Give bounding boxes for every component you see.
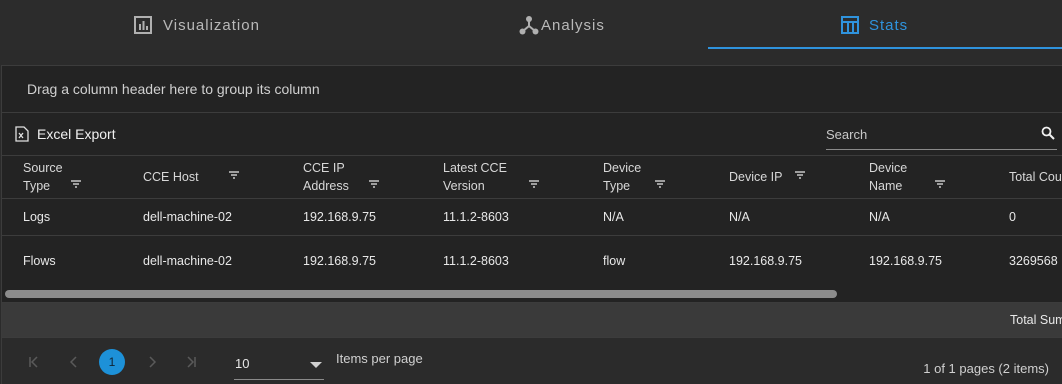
summary-row: Total Sum xyxy=(2,303,1062,338)
cell-device-name: N/A xyxy=(869,209,890,224)
cell-cce-version: 11.1.2-8603 xyxy=(443,209,509,224)
filter-icon[interactable] xyxy=(654,179,666,189)
page-info: 1 of 1 pages (2 items) xyxy=(923,361,1049,376)
bar-chart-icon xyxy=(133,15,153,35)
cell-cce-ip: 192.168.9.75 xyxy=(303,209,376,224)
first-page-button[interactable] xyxy=(21,349,47,375)
cell-device-type: flow xyxy=(603,253,626,268)
tab-label: Analysis xyxy=(541,16,605,34)
previous-page-button[interactable] xyxy=(61,349,87,375)
tab-label: Stats xyxy=(869,16,909,34)
group-panel-text: Drag a column header here to group its c… xyxy=(27,81,320,97)
items-per-page-label: Items per page xyxy=(336,351,423,366)
page-size-select[interactable]: 10 xyxy=(234,350,324,380)
search-box xyxy=(826,121,1057,150)
table-row[interactable]: Logs dell-machine-02 192.168.9.75 11.1.2… xyxy=(2,198,1062,235)
table-icon xyxy=(840,15,860,35)
page-size-value: 10 xyxy=(235,356,250,371)
horizontal-scrollbar[interactable] xyxy=(5,290,837,298)
stats-grid: Drag a column header here to group its c… xyxy=(1,65,1062,384)
cell-total-count: 3269568 xyxy=(1009,253,1058,268)
page-button-current[interactable]: 1 xyxy=(99,349,125,375)
search-icon[interactable] xyxy=(1041,126,1055,140)
filter-icon[interactable] xyxy=(368,179,380,189)
last-page-icon xyxy=(187,356,196,368)
filter-icon[interactable] xyxy=(228,170,240,180)
chevron-right-icon xyxy=(149,356,157,368)
excel-export-label: Excel Export xyxy=(37,126,116,142)
table-row[interactable]: Flows dell-machine-02 192.168.9.75 11.1.… xyxy=(2,235,1062,286)
column-header-device-name[interactable]: Device Name xyxy=(848,156,988,198)
next-page-button[interactable] xyxy=(139,349,165,375)
filter-icon[interactable] xyxy=(528,179,540,189)
column-header-device-type[interactable]: Device Type xyxy=(582,156,708,198)
column-header-cce-host[interactable]: CCE Host xyxy=(122,156,282,198)
cell-device-type: N/A xyxy=(603,209,624,224)
search-input[interactable] xyxy=(826,121,1036,147)
column-header-latest-cce-version[interactable]: Latest CCE Version xyxy=(422,156,582,198)
cell-cce-host: dell-machine-02 xyxy=(143,253,232,268)
grid-toolbar: Excel Export xyxy=(2,113,1062,156)
tab-stats[interactable]: Stats xyxy=(708,0,1062,50)
table-scroll-area: Source Type CCE Host CCE IP Address Latest… xyxy=(2,156,1062,303)
cell-total-count: 0 xyxy=(1009,209,1016,224)
last-page-button[interactable] xyxy=(178,349,204,375)
tab-bar: Visualization Analysis Stats xyxy=(0,0,1062,50)
column-header-cce-ip-address[interactable]: CCE IP Address xyxy=(282,156,422,198)
excel-export-button[interactable]: Excel Export xyxy=(15,126,116,142)
filter-icon[interactable] xyxy=(70,179,82,189)
cell-device-ip: N/A xyxy=(729,209,750,224)
excel-file-icon xyxy=(15,126,29,142)
summary-label: Total Sum xyxy=(1010,313,1062,327)
group-panel[interactable]: Drag a column header here to group its c… xyxy=(2,66,1062,113)
stats-table: Source Type CCE Host CCE IP Address Latest… xyxy=(2,156,1062,286)
tab-visualization[interactable]: Visualization xyxy=(0,0,354,50)
chevron-left-icon xyxy=(69,356,77,368)
column-header-source-type[interactable]: Source Type xyxy=(2,156,122,198)
cell-device-name: 192.168.9.75 xyxy=(869,253,942,268)
pager: 1 10 Items per page 1 of 1 pages (2 item… xyxy=(2,338,1062,384)
column-header-device-ip[interactable]: Device IP xyxy=(708,156,848,198)
filter-icon[interactable] xyxy=(934,179,946,189)
first-page-icon xyxy=(29,356,38,368)
column-header-total-count[interactable]: Total Count xyxy=(988,156,1062,198)
tab-label: Visualization xyxy=(163,16,260,34)
chevron-down-icon xyxy=(310,362,322,368)
filter-icon[interactable] xyxy=(794,170,806,180)
cell-source-type: Logs xyxy=(23,209,51,224)
tab-analysis[interactable]: Analysis xyxy=(354,0,708,50)
cell-device-ip: 192.168.9.75 xyxy=(729,253,802,268)
cell-cce-version: 11.1.2-8603 xyxy=(443,253,509,268)
cell-cce-host: dell-machine-02 xyxy=(143,209,232,224)
network-icon xyxy=(519,15,539,35)
header-row: Source Type CCE Host CCE IP Address Latest… xyxy=(2,156,1062,198)
cell-cce-ip: 192.168.9.75 xyxy=(303,253,376,268)
cell-source-type: Flows xyxy=(23,253,56,268)
